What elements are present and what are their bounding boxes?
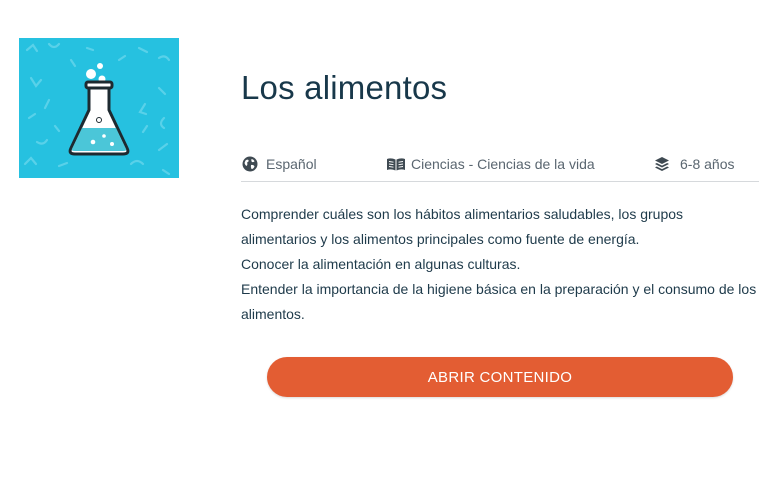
layers-icon: [653, 155, 671, 173]
meta-language: Español: [241, 155, 317, 173]
description-paragraph: Conocer la alimentación en algunas cultu…: [241, 256, 521, 272]
globe-icon: [241, 155, 259, 173]
description-paragraph: Entender la importancia de la higiene bá…: [241, 281, 757, 322]
description: Comprender cuáles son los hábitos alimen…: [241, 202, 761, 327]
content-thumbnail: [19, 38, 179, 178]
meta-subject: Ciencias - Ciencias de la vida: [386, 155, 595, 173]
book-icon: [386, 155, 406, 173]
description-paragraph: Comprender cuáles son los hábitos alimen…: [241, 206, 684, 247]
meta-subject-label: Ciencias - Ciencias de la vida: [411, 156, 595, 172]
metadata-bar: Español Ciencias - Ciencias de la vida 6…: [241, 151, 759, 182]
meta-age-label: 6-8 años: [680, 156, 735, 172]
meta-age: 6-8 años: [653, 155, 734, 173]
meta-language-label: Español: [266, 156, 317, 172]
page-title: Los alimentos: [241, 69, 448, 106]
flask-icon: [19, 38, 179, 178]
open-content-button[interactable]: ABRIR CONTENIDO: [267, 357, 733, 397]
